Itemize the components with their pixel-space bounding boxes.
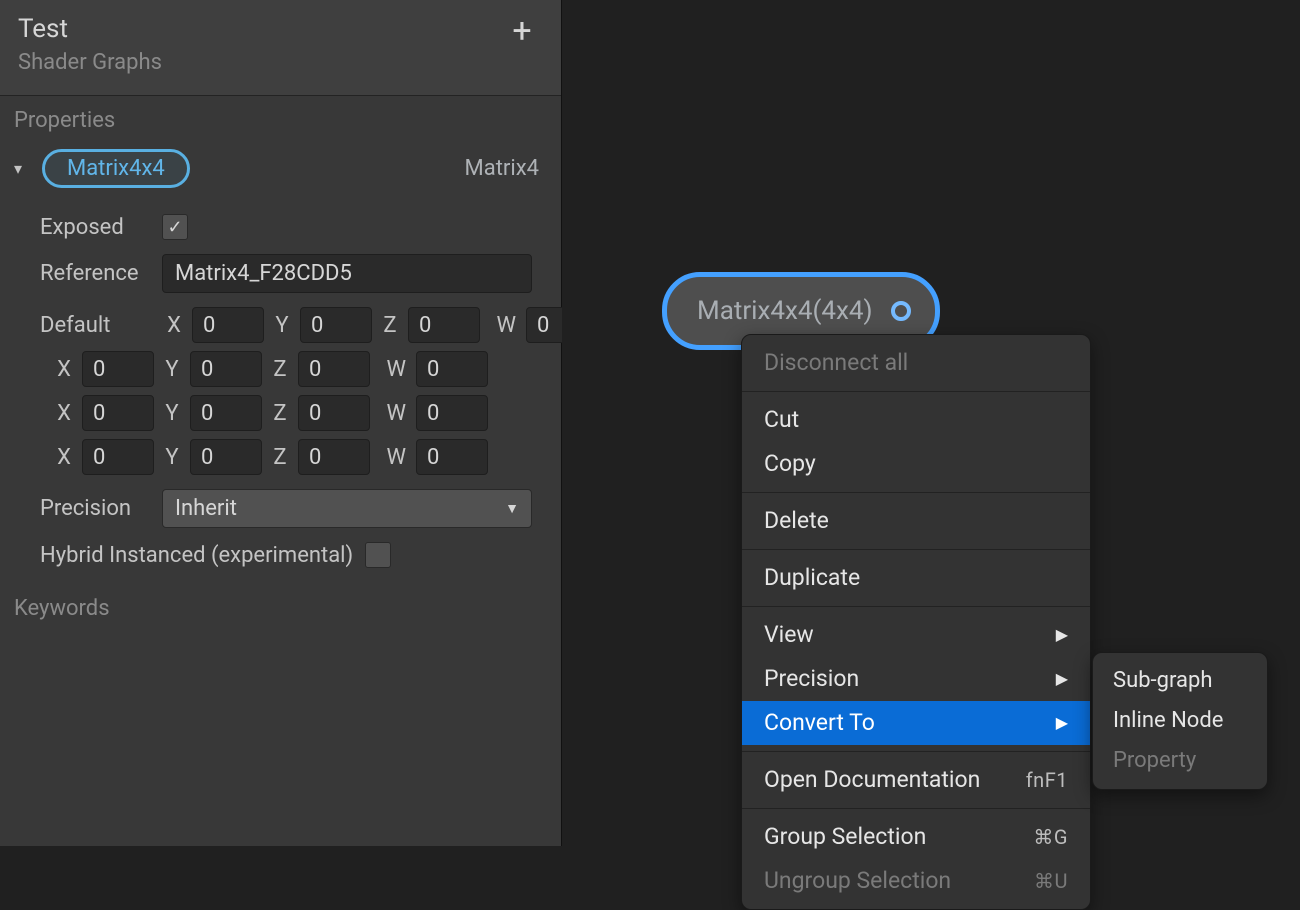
matrix-3-w[interactable] <box>416 439 488 475</box>
property-type-label: Matrix4 <box>465 156 539 181</box>
matrix-row-1: X Y Z W <box>52 351 488 387</box>
property-details: Exposed ✓ Reference Default X Y Z W <box>0 198 561 584</box>
reference-label: Reference <box>40 261 150 286</box>
axis-y: Y <box>270 313 294 338</box>
chevron-right-icon: ▶ <box>1056 619 1068 651</box>
shortcut-label: ⌘U <box>1034 865 1068 897</box>
context-submenu-convert-to: Sub-graph Inline Node Property <box>1092 652 1268 790</box>
matrix-0-x[interactable] <box>192 307 264 343</box>
matrix-1-w[interactable] <box>416 351 488 387</box>
reference-input[interactable] <box>162 254 532 293</box>
panel-header: Test Shader Graphs + <box>0 0 561 96</box>
ctx-copy[interactable]: Copy <box>742 442 1090 486</box>
add-button[interactable]: + <box>505 14 539 48</box>
matrix-0-z[interactable] <box>408 307 480 343</box>
graph-canvas[interactable]: Matrix4x4(4x4) Disconnect all Cut Copy D… <box>562 0 1300 846</box>
submenu-property: Property <box>1093 741 1267 781</box>
exposed-row: Exposed ✓ <box>40 214 541 240</box>
ctx-separator <box>742 549 1090 550</box>
matrix-row-2: X Y Z W <box>52 395 488 431</box>
ctx-open-documentation[interactable]: Open DocumentationfnF1 <box>742 758 1090 802</box>
property-row-matrix4x4[interactable]: ▾ Matrix4x4 Matrix4 <box>0 145 561 198</box>
matrix-1-z[interactable] <box>298 351 370 387</box>
exposed-label: Exposed <box>40 215 150 240</box>
ctx-separator <box>742 492 1090 493</box>
ctx-convert-to[interactable]: Convert To▶ <box>742 701 1090 745</box>
keywords-section-label: Keywords <box>0 584 561 633</box>
reference-row: Reference <box>40 254 541 293</box>
blackboard-panel: Test Shader Graphs + Properties ▾ Matrix… <box>0 0 562 846</box>
default-row-0: Default X Y Z W <box>40 307 541 343</box>
ctx-separator <box>742 751 1090 752</box>
ctx-cut[interactable]: Cut <box>742 398 1090 442</box>
matrix-1-y[interactable] <box>190 351 262 387</box>
chevron-down-icon: ▼ <box>505 500 519 517</box>
ctx-separator <box>742 808 1090 809</box>
ctx-ungroup-selection: Ungroup Selection⌘U <box>742 859 1090 903</box>
ctx-delete[interactable]: Delete <box>742 499 1090 543</box>
hybrid-row: Hybrid Instanced (experimental) <box>40 542 541 568</box>
chevron-right-icon: ▶ <box>1056 663 1068 695</box>
precision-label: Precision <box>40 496 150 521</box>
matrix-3-x[interactable] <box>82 439 154 475</box>
chevron-right-icon: ▶ <box>1056 707 1068 739</box>
ctx-duplicate[interactable]: Duplicate <box>742 556 1090 600</box>
default-label: Default <box>40 313 150 338</box>
node-title: Matrix4x4(4x4) <box>697 296 873 326</box>
ctx-group-selection[interactable]: Group Selection⌘G <box>742 815 1090 859</box>
shortcut-label: ⌘G <box>1033 821 1068 853</box>
ctx-precision[interactable]: Precision▶ <box>742 657 1090 701</box>
precision-row: Precision Inherit ▼ <box>40 489 541 528</box>
matrix-2-w[interactable] <box>416 395 488 431</box>
matrix-1-x[interactable] <box>82 351 154 387</box>
axis-w: W <box>486 313 520 338</box>
shortcut-label: fnF1 <box>1026 764 1068 796</box>
matrix-3-y[interactable] <box>190 439 262 475</box>
hybrid-checkbox[interactable] <box>365 542 391 568</box>
node-output-port[interactable] <box>891 301 911 321</box>
check-icon: ✓ <box>167 217 182 238</box>
matrix-row-3: X Y Z W <box>52 439 488 475</box>
precision-dropdown[interactable]: Inherit ▼ <box>162 489 532 528</box>
properties-section-label: Properties <box>0 96 561 145</box>
matrix-2-x[interactable] <box>82 395 154 431</box>
precision-value: Inherit <box>175 496 237 521</box>
panel-title: Test <box>18 14 162 44</box>
axis-x: X <box>162 313 186 338</box>
matrix-2-y[interactable] <box>190 395 262 431</box>
panel-subtitle: Shader Graphs <box>18 50 162 75</box>
exposed-checkbox[interactable]: ✓ <box>162 214 188 240</box>
default-row-1: X Y Z W <box>40 351 541 387</box>
matrix-2-z[interactable] <box>298 395 370 431</box>
matrix-0-y[interactable] <box>300 307 372 343</box>
submenu-inline-node[interactable]: Inline Node <box>1093 701 1267 741</box>
ctx-separator <box>742 606 1090 607</box>
default-row-2: X Y Z W <box>40 395 541 431</box>
context-menu: Disconnect all Cut Copy Delete Duplicate… <box>741 334 1091 910</box>
hybrid-label: Hybrid Instanced (experimental) <box>40 543 353 568</box>
panel-header-text: Test Shader Graphs <box>18 14 162 75</box>
chevron-down-icon[interactable]: ▾ <box>14 159 32 178</box>
ctx-view[interactable]: View▶ <box>742 613 1090 657</box>
matrix-3-z[interactable] <box>298 439 370 475</box>
property-chip[interactable]: Matrix4x4 <box>42 149 190 188</box>
ctx-separator <box>742 391 1090 392</box>
default-row-3: X Y Z W <box>40 439 541 475</box>
ctx-disconnect-all: Disconnect all <box>742 341 1090 385</box>
submenu-subgraph[interactable]: Sub-graph <box>1093 661 1267 701</box>
axis-z: Z <box>378 313 402 338</box>
matrix-row-0: X Y Z W <box>162 307 598 343</box>
